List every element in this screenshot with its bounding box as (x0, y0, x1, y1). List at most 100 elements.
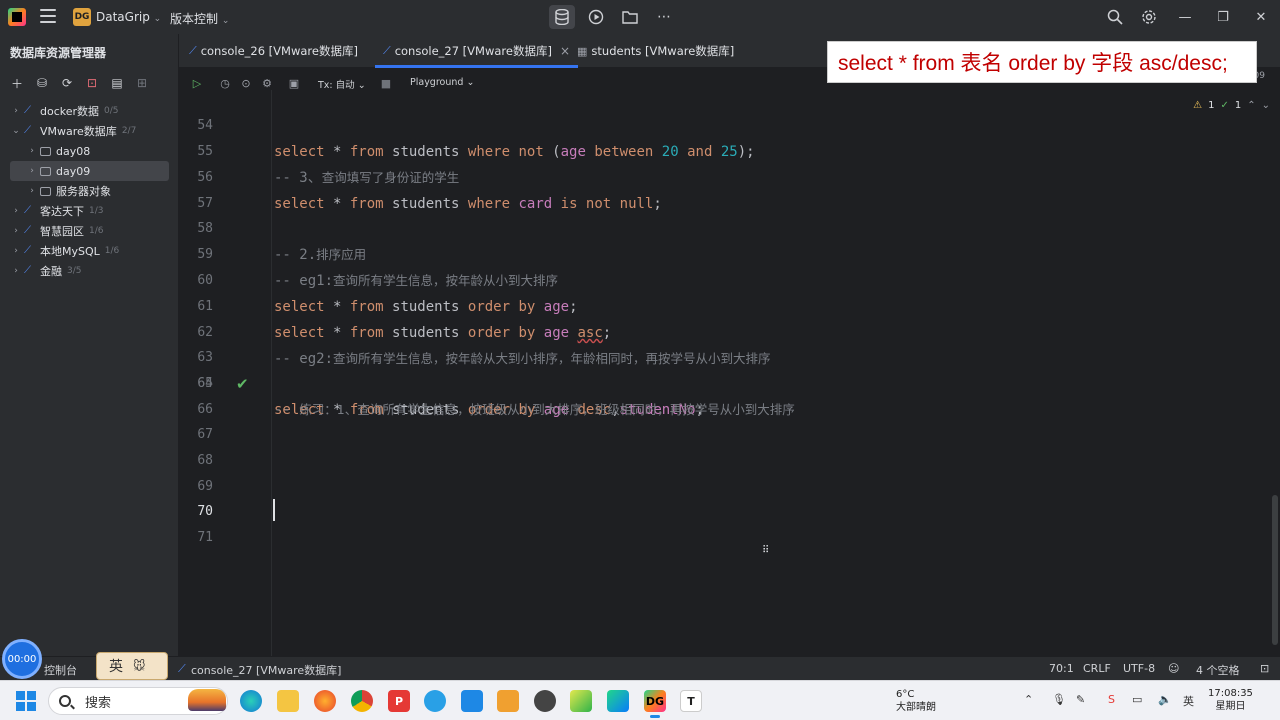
chevron-down-icon[interactable]: ⌄ (10, 126, 22, 136)
settings-icon[interactable]: ⚙ (259, 75, 275, 91)
close-window-icon[interactable]: ✕ (1242, 0, 1280, 34)
file-encoding[interactable]: UTF-8 (1123, 662, 1155, 675)
console-icon[interactable]: ▤ (108, 74, 126, 92)
table-icon: ▦ (577, 44, 588, 58)
playground-dropdown[interactable]: Playground ⌄ (410, 77, 474, 88)
chevron-right-icon[interactable]: › (10, 106, 22, 116)
ime-tray-label[interactable]: 英 (1183, 693, 1194, 709)
tree-item-day09[interactable]: › day09 (10, 161, 169, 181)
chevron-right-icon[interactable]: › (10, 246, 22, 256)
tab-students[interactable]: ▦ students [VMware数据库] (577, 34, 734, 68)
lock-icon[interactable]: ⊡ (1260, 662, 1269, 675)
microphone-icon[interactable]: 🎙 (1052, 693, 1066, 706)
overlay-hint-box: select * from 表名 order by 字段 asc/desc; (827, 41, 1257, 83)
ide-app-icon[interactable] (607, 690, 629, 712)
folder-icon[interactable] (617, 5, 643, 29)
tab-console-26[interactable]: ⟋ console_26 [VMware数据库] (189, 34, 358, 68)
search-icon[interactable] (1098, 0, 1132, 34)
tree-item-kedatianxia[interactable]: › ⟋ 客达天下 1/3 (0, 201, 179, 221)
indent-setting[interactable]: 4 个空格 (1196, 662, 1240, 678)
line-number: 68 (197, 453, 213, 468)
recording-timer[interactable]: 00:00 (2, 639, 42, 679)
filter-icon[interactable]: ⊞ (133, 74, 151, 92)
run-services-icon[interactable] (583, 5, 609, 29)
project-badge[interactable]: DG (73, 8, 91, 26)
console-label[interactable]: 控制台 (44, 662, 77, 678)
code-line: 63 ✔ select * from students order by age… (179, 319, 1269, 418)
tree-item-day08[interactable]: › day08 (0, 141, 179, 161)
inspection-profile-icon[interactable]: ☺ (1168, 662, 1179, 675)
vertical-scrollbar[interactable] (1272, 495, 1278, 645)
transaction-mode-dropdown[interactable]: Tx: 自动 ⌄ (318, 77, 366, 91)
main-menu-icon[interactable] (40, 9, 56, 23)
disconnect-icon[interactable]: ⊡ (83, 74, 101, 92)
tree-item-smart-park[interactable]: › ⟋ 智慧园区 1/6 (0, 221, 179, 241)
stop-icon[interactable]: ■ (378, 75, 394, 91)
chevron-right-icon[interactable]: › (26, 186, 38, 196)
caret-position[interactable]: 70:1 (1049, 662, 1074, 675)
clock-app-icon[interactable] (534, 690, 556, 712)
code-line: 66 (179, 397, 1269, 423)
chevron-right-icon[interactable]: › (10, 226, 22, 236)
edge-browser-icon[interactable] (240, 690, 262, 712)
more-icon[interactable]: ⋯ (651, 5, 677, 29)
weather-desc: 大部晴朗 (896, 702, 936, 713)
firefox-icon[interactable] (314, 690, 336, 712)
hint-text: select * from 表名 order by 字段 asc/desc; (838, 52, 1228, 75)
explain-plan-icon[interactable]: ⊙ (238, 75, 254, 91)
pdf-app-icon[interactable]: P (388, 690, 410, 712)
execute-icon[interactable]: ▷ (189, 75, 205, 91)
minimize-window-icon[interactable]: — (1166, 0, 1204, 34)
chrome-icon[interactable] (351, 690, 373, 712)
vcs-menu[interactable]: 版本控制 ⌄ (170, 10, 229, 27)
tree-item-finance[interactable]: › ⟋ 金融 3/5 (0, 261, 179, 281)
line-number: 70 (197, 504, 213, 519)
chevron-right-icon[interactable]: › (10, 206, 22, 216)
tree-item-vmware[interactable]: ⌄ ⟋ VMware数据库 2/7 (0, 121, 179, 141)
search-highlight-icon (188, 689, 226, 711)
line-number: 71 (197, 530, 213, 545)
tree-item-docker[interactable]: › ⟋ docker数据 0/5 (0, 101, 179, 121)
volume-icon[interactable]: 🔈 (1158, 693, 1172, 706)
settings-gear-icon[interactable] (1132, 0, 1166, 34)
close-tab-icon[interactable]: × (560, 44, 570, 58)
pycharm-like-icon[interactable] (570, 690, 592, 712)
file-explorer-icon[interactable] (277, 690, 299, 712)
tree-item-label: day08 (56, 144, 91, 158)
project-name[interactable]: DataGrip ⌄ (96, 10, 161, 24)
antivirus-icon[interactable]: S (1108, 693, 1115, 706)
text-caret (273, 499, 275, 521)
ime-indicator[interactable]: 英 🐭 (96, 652, 168, 680)
refresh-icon[interactable]: ⟳ (58, 74, 76, 92)
chat-app-icon[interactable] (424, 690, 446, 712)
typora-icon[interactable]: T (680, 690, 702, 712)
system-clock[interactable]: 17:08:35 星期日 (1208, 687, 1253, 713)
database-icon[interactable] (549, 5, 575, 29)
windows-start-icon[interactable] (16, 691, 36, 711)
chevron-right-icon[interactable]: › (26, 166, 38, 176)
output-icon[interactable]: ▣ (286, 75, 302, 91)
sketch-app-icon[interactable] (497, 690, 519, 712)
tree-item-server-objects[interactable]: › 服务器对象 (0, 181, 179, 201)
code-editor[interactable]: ⚠ 1 ✓ 1 ⌃ ⌄ 54 select * from students wher… (179, 90, 1280, 656)
breadcrumb[interactable]: console_27 [VMware数据库] (191, 662, 341, 678)
add-icon[interactable]: ＋ (8, 74, 26, 92)
tab-console-27[interactable]: ⟋ console_27 [VMware数据库] × (375, 34, 579, 68)
code-line: 64 -- 练习：1、查询所有学生信息，按班级从小到大排序，班级相同时，再按学号… (179, 345, 1269, 418)
chevron-up-icon[interactable]: ⌃ (1024, 693, 1033, 706)
line-separator[interactable]: CRLF (1083, 662, 1111, 675)
history-icon[interactable]: ◷ (217, 75, 233, 91)
display-icon[interactable]: ▭ (1132, 693, 1142, 706)
weather-widget[interactable]: 6°C 大部晴朗 (896, 688, 936, 714)
cloud-app-icon[interactable] (461, 690, 483, 712)
chevron-right-icon[interactable]: › (26, 146, 38, 156)
restore-window-icon[interactable]: ❐ (1204, 0, 1242, 34)
line-number: 69 (197, 479, 213, 494)
datagrip-taskbar-icon[interactable]: DG (644, 690, 666, 718)
chevron-right-icon[interactable]: › (10, 266, 22, 276)
code-line: 69 (179, 474, 1269, 500)
pen-icon[interactable]: ✎ (1076, 693, 1085, 706)
schema-icon (40, 146, 51, 156)
data-source-properties-icon[interactable]: ⛁ (33, 74, 51, 92)
tree-item-local-mysql[interactable]: › ⟋ 本地MySQL 1/6 (0, 241, 179, 261)
